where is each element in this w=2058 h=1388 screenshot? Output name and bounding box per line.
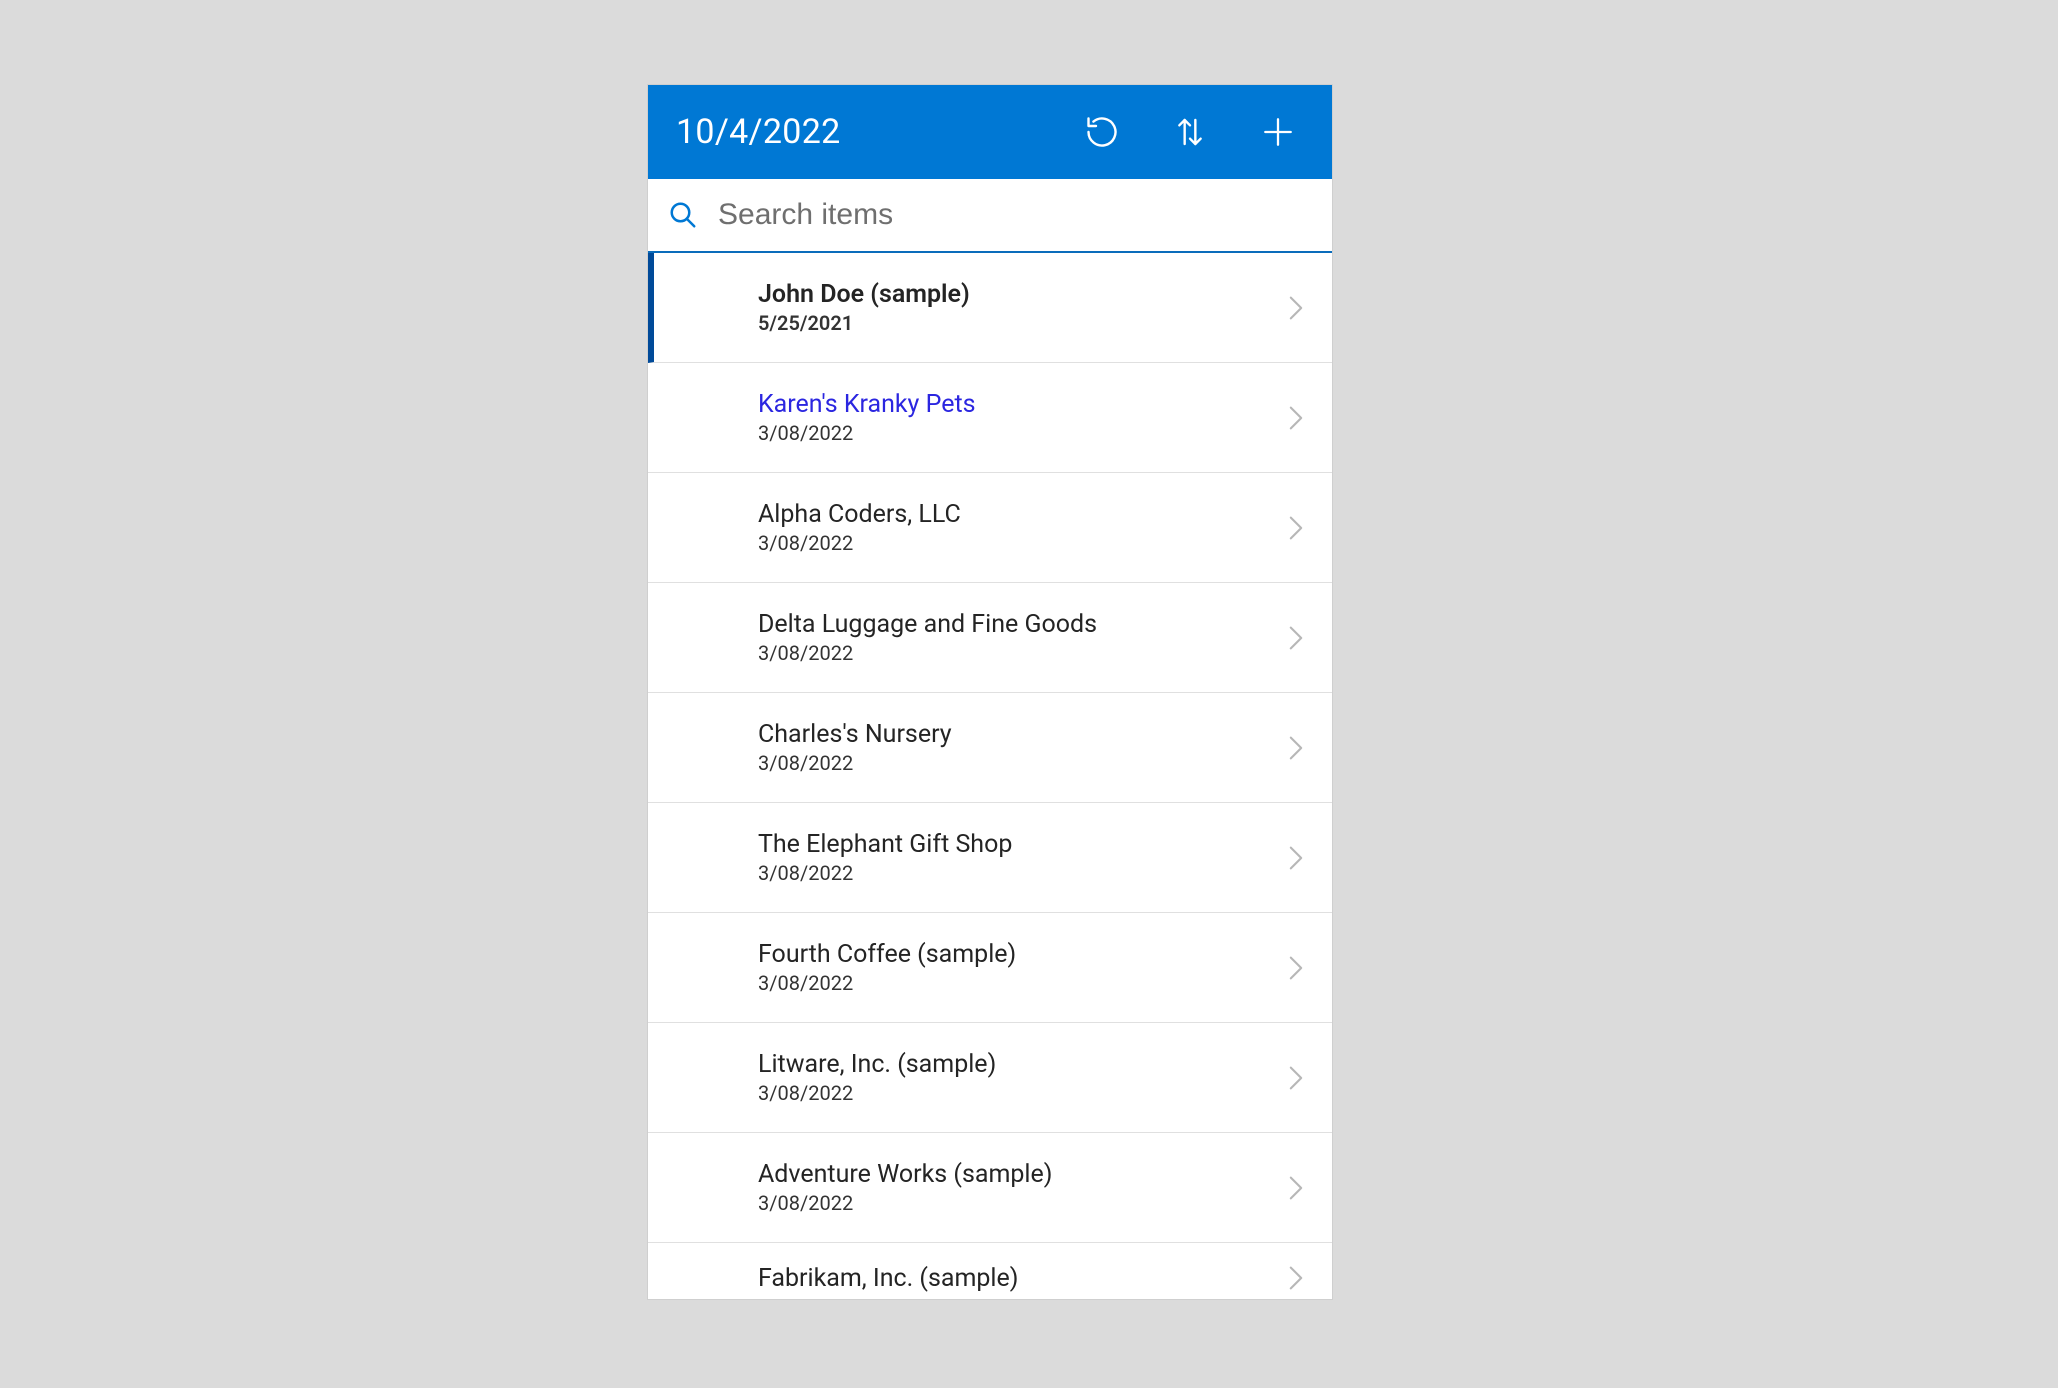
chevron-right-icon xyxy=(1284,1176,1308,1200)
plus-icon xyxy=(1261,115,1295,149)
list-item-text: Alpha Coders, LLC3/08/2022 xyxy=(758,500,1284,555)
refresh-icon xyxy=(1084,114,1120,150)
app-frame: 10/4/2022 xyxy=(648,85,1332,1299)
list-item[interactable]: Litware, Inc. (sample)3/08/2022 xyxy=(648,1023,1332,1133)
list-item-title: Litware, Inc. (sample) xyxy=(758,1050,1284,1079)
list-item[interactable]: John Doe (sample)5/25/2021 xyxy=(648,253,1332,363)
list-item-date: 5/25/2021 xyxy=(758,311,1284,335)
chevron-right-icon xyxy=(1284,296,1308,320)
chevron-right-icon xyxy=(1284,846,1308,870)
list-item-date: 3/08/2022 xyxy=(758,641,1284,665)
list-item-text: Litware, Inc. (sample)3/08/2022 xyxy=(758,1050,1284,1105)
list-item-date: 3/08/2022 xyxy=(758,531,1284,555)
header-actions xyxy=(1082,112,1332,152)
list-item-title: Fabrikam, Inc. (sample) xyxy=(758,1264,1284,1293)
search-icon xyxy=(666,198,700,232)
list-item-title: Delta Luggage and Fine Goods xyxy=(758,610,1284,639)
list-item-text: Charles's Nursery3/08/2022 xyxy=(758,720,1284,775)
list-item-title: Alpha Coders, LLC xyxy=(758,500,1284,529)
sort-icon xyxy=(1174,113,1206,151)
list-item-text: John Doe (sample)5/25/2021 xyxy=(758,280,1284,335)
search-bar[interactable] xyxy=(648,179,1332,253)
list-item[interactable]: Alpha Coders, LLC3/08/2022 xyxy=(648,473,1332,583)
list-item[interactable]: Delta Luggage and Fine Goods3/08/2022 xyxy=(648,583,1332,693)
list-item[interactable]: Fourth Coffee (sample)3/08/2022 xyxy=(648,913,1332,1023)
list-item[interactable]: Adventure Works (sample)3/08/2022 xyxy=(648,1133,1332,1243)
list-item-title: John Doe (sample) xyxy=(758,280,1284,309)
list-item[interactable]: The Elephant Gift Shop3/08/2022 xyxy=(648,803,1332,913)
chevron-right-icon xyxy=(1284,516,1308,540)
list-item-text: Fabrikam, Inc. (sample) xyxy=(758,1264,1284,1293)
list-item-date: 3/08/2022 xyxy=(758,751,1284,775)
list-item-title: The Elephant Gift Shop xyxy=(758,830,1284,859)
add-button[interactable] xyxy=(1258,112,1298,152)
header-title: 10/4/2022 xyxy=(676,112,1082,152)
chevron-right-icon xyxy=(1284,1066,1308,1090)
list-item-title: Adventure Works (sample) xyxy=(758,1160,1284,1189)
list-item-date: 3/08/2022 xyxy=(758,861,1284,885)
list-item-text: Delta Luggage and Fine Goods3/08/2022 xyxy=(758,610,1284,665)
list-item-date: 3/08/2022 xyxy=(758,1191,1284,1215)
list-item-date: 3/08/2022 xyxy=(758,971,1284,995)
chevron-right-icon xyxy=(1284,406,1308,430)
list-item-date: 3/08/2022 xyxy=(758,1081,1284,1105)
list-item[interactable]: Charles's Nursery3/08/2022 xyxy=(648,693,1332,803)
refresh-button[interactable] xyxy=(1082,112,1122,152)
list-item[interactable]: Karen's Kranky Pets3/08/2022 xyxy=(648,363,1332,473)
list-item-text: Karen's Kranky Pets3/08/2022 xyxy=(758,390,1284,445)
sort-button[interactable] xyxy=(1170,112,1210,152)
chevron-right-icon xyxy=(1284,956,1308,980)
list-item-text: Fourth Coffee (sample)3/08/2022 xyxy=(758,940,1284,995)
search-input[interactable] xyxy=(716,178,1332,252)
chevron-right-icon xyxy=(1284,626,1308,650)
list-item-title: Karen's Kranky Pets xyxy=(758,390,1284,419)
chevron-right-icon xyxy=(1284,736,1308,760)
list-item-title: Charles's Nursery xyxy=(758,720,1284,749)
header-bar: 10/4/2022 xyxy=(648,85,1332,179)
list-item-date: 3/08/2022 xyxy=(758,421,1284,445)
list-item-text: The Elephant Gift Shop3/08/2022 xyxy=(758,830,1284,885)
list-item[interactable]: Fabrikam, Inc. (sample) xyxy=(648,1243,1332,1299)
list-item-title: Fourth Coffee (sample) xyxy=(758,940,1284,969)
chevron-right-icon xyxy=(1284,1266,1308,1290)
list-item-text: Adventure Works (sample)3/08/2022 xyxy=(758,1160,1284,1215)
items-list: John Doe (sample)5/25/2021 Karen's Kranky… xyxy=(648,253,1332,1299)
